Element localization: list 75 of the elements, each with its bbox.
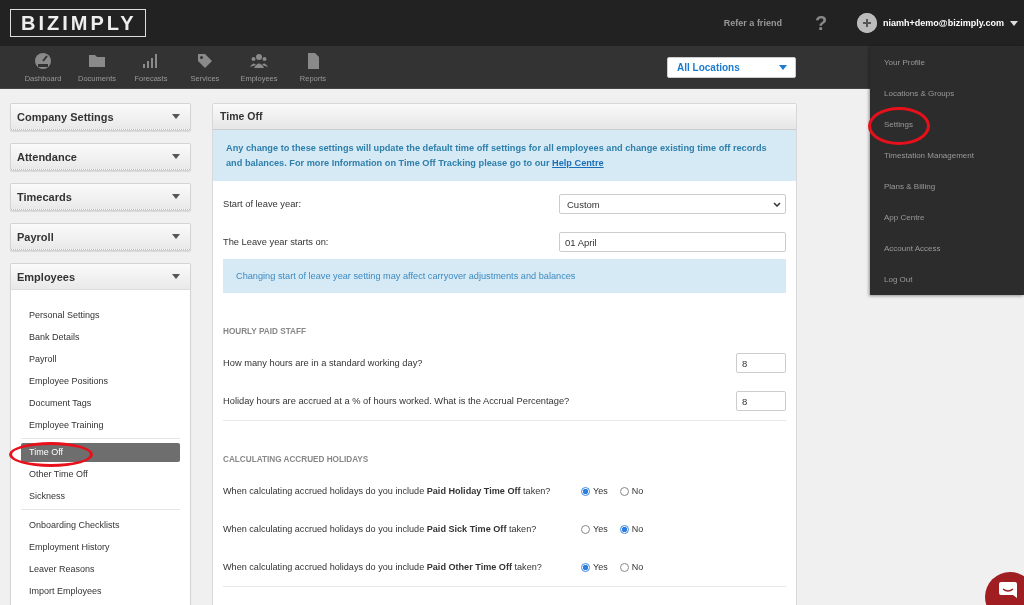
caret-icon bbox=[172, 194, 180, 199]
radio-option[interactable]: No bbox=[619, 486, 644, 496]
radio-button[interactable] bbox=[619, 486, 629, 496]
user-email: niamh+demo@bizimply.com bbox=[883, 18, 1004, 28]
menu-item[interactable]: Plans & Billing bbox=[884, 182, 936, 191]
radio-option[interactable]: No bbox=[619, 562, 644, 572]
section-heading: CALCULATING ACCRUED HOLIDAYS bbox=[223, 455, 370, 464]
sidebar-item[interactable]: Bank Details bbox=[21, 326, 180, 348]
help-button[interactable]: ? bbox=[814, 11, 828, 35]
caret-icon bbox=[172, 274, 180, 279]
bar-chart-icon bbox=[142, 51, 160, 70]
sidebar-item[interactable]: Document Tags bbox=[21, 392, 180, 414]
accordion-header[interactable]: Timecards bbox=[11, 184, 190, 210]
sidebar-item[interactable]: Import Employees bbox=[21, 580, 180, 602]
logo[interactable]: BIZIMPLY bbox=[10, 9, 146, 37]
field-label: When calculating accrued holidays do you include Paid Other Time Off taken? bbox=[223, 562, 543, 572]
field-label: When calculating accrued holidays do you include Paid Sick Time Off taken? bbox=[223, 524, 538, 534]
radio-button[interactable] bbox=[619, 562, 629, 572]
radio-option[interactable]: Yes bbox=[581, 524, 608, 534]
field-label: When calculating accrued holidays do you include Paid Holiday Time Off taken? bbox=[223, 486, 552, 496]
input-field[interactable]: 8 bbox=[736, 391, 786, 411]
caret-icon bbox=[172, 154, 180, 159]
field-label: Holiday hours are accrued at a % of hours worked. What is the Accrual Percentage? bbox=[223, 396, 570, 406]
sidebar-item[interactable]: Payroll bbox=[21, 348, 180, 370]
menu-item[interactable]: Account Access bbox=[884, 244, 941, 253]
menu-item[interactable]: Locations & Groups bbox=[884, 89, 955, 98]
menu-item[interactable]: Timestation Management bbox=[884, 151, 974, 160]
refer-link[interactable]: Refer a friend bbox=[723, 18, 782, 28]
radio-button[interactable] bbox=[581, 524, 590, 534]
people-icon bbox=[250, 51, 268, 70]
caret-icon bbox=[172, 234, 180, 239]
location-select[interactable]: All Locations bbox=[667, 56, 796, 78]
sidebar-item[interactable]: Personal Settings bbox=[21, 304, 180, 326]
info-notice: Changing start of leave year setting may affect carryover adjustments and balances bbox=[223, 259, 786, 293]
menu-item[interactable]: App Centre bbox=[884, 213, 925, 222]
sidebar-item[interactable]: Employee Positions bbox=[21, 370, 180, 392]
sidebar-item[interactable]: Employment History bbox=[21, 536, 180, 558]
radio-button[interactable] bbox=[619, 524, 629, 534]
chat-icon bbox=[999, 582, 1017, 598]
chevron-icon bbox=[773, 201, 781, 207]
tag-icon bbox=[196, 51, 214, 70]
select-field[interactable]: Custom bbox=[559, 194, 786, 214]
accordion-header[interactable]: Payroll bbox=[11, 224, 190, 250]
sidebar-item[interactable]: Time Off bbox=[21, 443, 180, 462]
accordion-header[interactable]: Employees bbox=[11, 264, 190, 290]
menu-item[interactable]: Settings bbox=[884, 120, 913, 129]
field-label: The Leave year starts on: bbox=[223, 237, 329, 247]
radio-option[interactable]: No bbox=[619, 524, 644, 534]
radio-button[interactable] bbox=[581, 562, 590, 572]
caret-icon bbox=[779, 64, 787, 70]
info-notice: Any change to these settings will update the default time off settings for all employees and change existing time off records and balances. For more Information on Time Off Tracking please go to our Help Centre bbox=[213, 130, 796, 181]
avatar-icon bbox=[857, 13, 878, 33]
panel-title: Time Off bbox=[213, 104, 796, 130]
accordion-header[interactable]: Company Settings bbox=[11, 104, 190, 130]
radio-option[interactable]: Yes bbox=[581, 562, 608, 572]
help-centre-link[interactable]: Help Centre bbox=[552, 158, 604, 168]
menu-item[interactable]: Your Profile bbox=[884, 58, 926, 67]
gauge-icon bbox=[34, 51, 52, 70]
input-field[interactable]: 8 bbox=[736, 353, 786, 373]
radio-option[interactable]: Yes bbox=[581, 486, 608, 496]
caret-icon bbox=[1010, 20, 1018, 26]
user-menu-button[interactable]: niamh+demo@bizimply.com bbox=[857, 13, 1018, 33]
radio-button[interactable] bbox=[581, 486, 590, 496]
field-label: Start of leave year: bbox=[223, 199, 302, 209]
caret-icon bbox=[172, 114, 180, 119]
sidebar-item[interactable]: Onboarding Checklists bbox=[21, 514, 180, 536]
sidebar-item[interactable]: Leaver Reasons bbox=[21, 558, 180, 580]
sidebar-item[interactable]: Other Time Off bbox=[21, 463, 180, 485]
menu-item[interactable]: Log Out bbox=[884, 275, 913, 284]
field-label: How many hours are in a standard working day? bbox=[223, 358, 423, 368]
sidebar-item[interactable]: Sickness bbox=[21, 485, 180, 507]
accordion-header[interactable]: Attendance bbox=[11, 144, 190, 170]
sidebar-item[interactable]: Employee Training bbox=[21, 414, 180, 436]
input-field[interactable]: 01 April bbox=[559, 232, 786, 252]
section-heading: HOURLY PAID STAFF bbox=[223, 327, 307, 336]
